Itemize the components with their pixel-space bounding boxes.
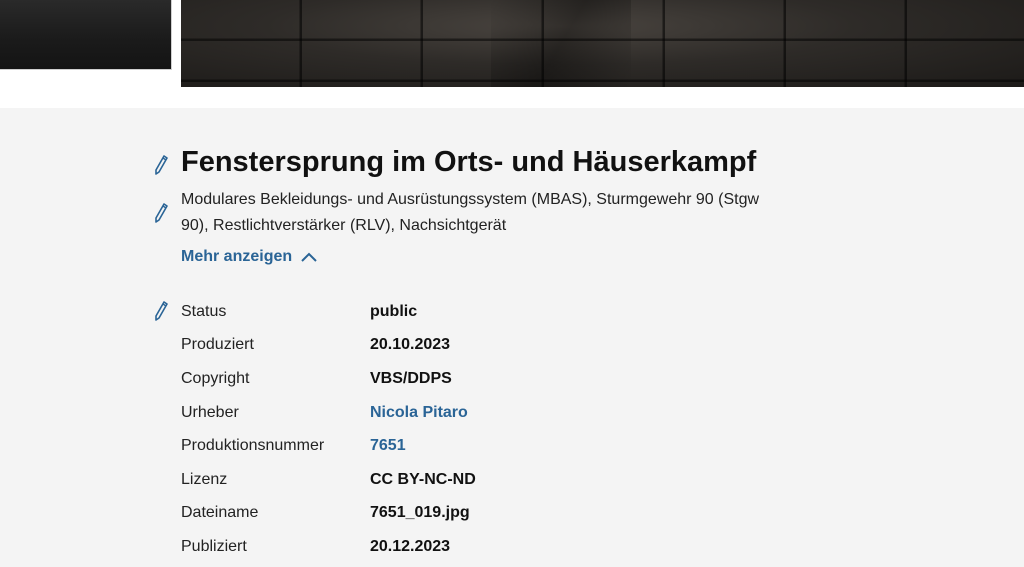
metadata-key: Copyright xyxy=(181,369,250,387)
edit-keywords-pencil-icon[interactable] xyxy=(154,203,168,223)
metadata-key: Status xyxy=(181,302,227,320)
metadata-key: Dateiname xyxy=(181,504,259,522)
metadata-value: 7651_019.jpg xyxy=(370,504,470,522)
metadata-value: 20.12.2023 xyxy=(370,537,451,555)
metadata-row-lizenz: Lizenz CC BY-NC-ND xyxy=(181,463,476,497)
metadata-key: Publiziert xyxy=(181,537,247,555)
metadata-row-copyright: Copyright VBS/DDPS xyxy=(181,362,476,396)
metadata-row-produziert: Produziert 20.10.2023 xyxy=(181,329,476,363)
metadata-key: Produktionsnummer xyxy=(181,437,325,455)
show-more-label: Mehr anzeigen xyxy=(181,248,293,265)
metadata-row-dateiname: Dateiname 7651_019.jpg xyxy=(181,497,476,531)
show-more-button[interactable]: Mehr anzeigen xyxy=(181,248,318,266)
chevron-up-icon xyxy=(301,252,317,262)
hero-shadow xyxy=(491,0,631,87)
metadata-value: VBS/DDPS xyxy=(370,369,452,387)
metadata-value: 20.10.2023 xyxy=(370,336,451,354)
metadata-row-publiziert: Publiziert 20.12.2023 xyxy=(181,530,476,564)
metadata-row-produktionsnummer: Produktionsnummer 7651 xyxy=(181,429,476,463)
production-number-link[interactable]: 7651 xyxy=(370,437,406,455)
asset-title: Fenstersprung im Orts- und Häuserkampf xyxy=(181,146,757,178)
metadata-key: Lizenz xyxy=(181,470,228,488)
asset-keywords: Modulares Bekleidungs- und Ausrüstungssy… xyxy=(181,191,760,234)
metadata-key: Urheber xyxy=(181,403,239,421)
author-link[interactable]: Nicola Pitaro xyxy=(370,404,468,422)
metadata-key: Produziert xyxy=(181,336,254,354)
edit-title-pencil-icon[interactable] xyxy=(154,155,168,175)
image-thumbnail[interactable] xyxy=(0,0,172,70)
metadata-row-status: Status public xyxy=(181,295,476,329)
top-band xyxy=(0,0,1024,108)
metadata-value: public xyxy=(370,302,418,320)
metadata-value: CC BY-NC-ND xyxy=(370,470,476,488)
edit-metadata-pencil-icon[interactable] xyxy=(154,301,168,321)
hero-image[interactable] xyxy=(181,0,1024,87)
metadata-row-urheber: Urheber Nicola Pitaro xyxy=(181,396,476,430)
metadata-table: Status public Produziert 20.10.2023 Copy… xyxy=(181,295,476,564)
